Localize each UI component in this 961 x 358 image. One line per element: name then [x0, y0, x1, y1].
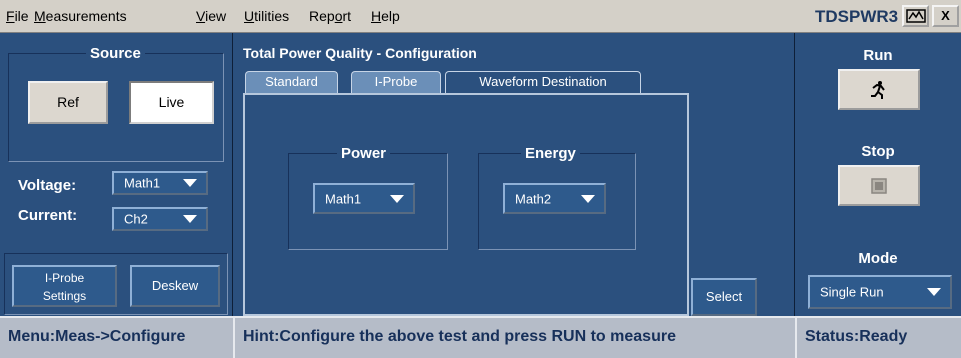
chevron-down-icon [390, 194, 404, 203]
tab-iprobe[interactable]: I-Probe [351, 71, 441, 93]
menu-measurements[interactable]: Measurements [34, 8, 127, 24]
status-hint: Hint:Configure the above test and press … [233, 316, 795, 358]
running-man-icon [871, 81, 885, 99]
mode-label: Mode [858, 250, 898, 267]
select-button[interactable]: Select [691, 278, 757, 316]
chevron-down-icon [581, 194, 595, 203]
ref-button[interactable]: Ref [28, 81, 108, 124]
chevron-down-icon [927, 288, 941, 296]
menu-help[interactable]: Help [371, 8, 400, 24]
run-label: Run [863, 47, 893, 64]
mode-value: Single Run [820, 284, 884, 300]
current-dropdown[interactable]: Ch2 [112, 207, 208, 231]
menu-report[interactable]: Report [309, 8, 351, 24]
voltage-dropdown[interactable]: Math1 [112, 171, 208, 195]
menu-bar: File Measurements View Utilities Report … [0, 0, 961, 33]
iprobe-settings-line1: I-Probe [44, 271, 85, 285]
left-panel: Source Ref Live Voltage: Math1 Current: … [0, 33, 232, 316]
power-value: Math1 [325, 191, 362, 206]
tab-standard[interactable]: Standard [245, 71, 338, 93]
mode-dropdown[interactable]: Single Run [808, 275, 952, 309]
control-panel: Run Stop Mode Single Run [795, 33, 961, 316]
energy-dropdown[interactable]: Math2 [503, 183, 606, 214]
stop-button[interactable] [838, 165, 920, 206]
config-title: Total Power Quality - Configuration [243, 45, 477, 61]
iprobe-settings-button[interactable]: I-Probe Settings [12, 265, 117, 307]
source-title: Source [86, 45, 145, 62]
power-title: Power [337, 145, 391, 162]
run-button[interactable] [838, 69, 920, 110]
menu-view[interactable]: View [196, 8, 226, 24]
stop-icon [871, 178, 887, 194]
menu-file[interactable]: File [6, 8, 29, 24]
stop-label: Stop [861, 143, 895, 160]
config-panel: Total Power Quality - Configuration Stan… [232, 33, 795, 316]
status-menu-path: Menu:Meas->Configure [0, 316, 233, 358]
power-dropdown[interactable]: Math1 [313, 183, 415, 214]
voltage-label: Voltage: [18, 177, 77, 194]
tab-waveform-destination[interactable]: Waveform Destination [445, 71, 641, 93]
current-label: Current: [18, 207, 78, 224]
close-button[interactable]: X [932, 5, 959, 27]
voltage-value: Math1 [124, 175, 161, 191]
chevron-down-icon [183, 179, 197, 187]
chevron-down-icon [183, 215, 197, 223]
minimize-button[interactable] [902, 5, 929, 27]
iprobe-settings-line2: Settings [42, 289, 87, 303]
minimize-icon [905, 9, 926, 23]
app-title: TDSPWR3 [815, 7, 899, 26]
menu-utilities[interactable]: Utilities [244, 8, 289, 24]
energy-value: Math2 [515, 191, 552, 206]
live-button[interactable]: Live [129, 81, 214, 124]
current-value: Ch2 [124, 211, 148, 227]
deskew-button[interactable]: Deskew [130, 265, 220, 307]
energy-title: Energy [521, 145, 580, 162]
status-ready: Status:Ready [795, 316, 961, 358]
